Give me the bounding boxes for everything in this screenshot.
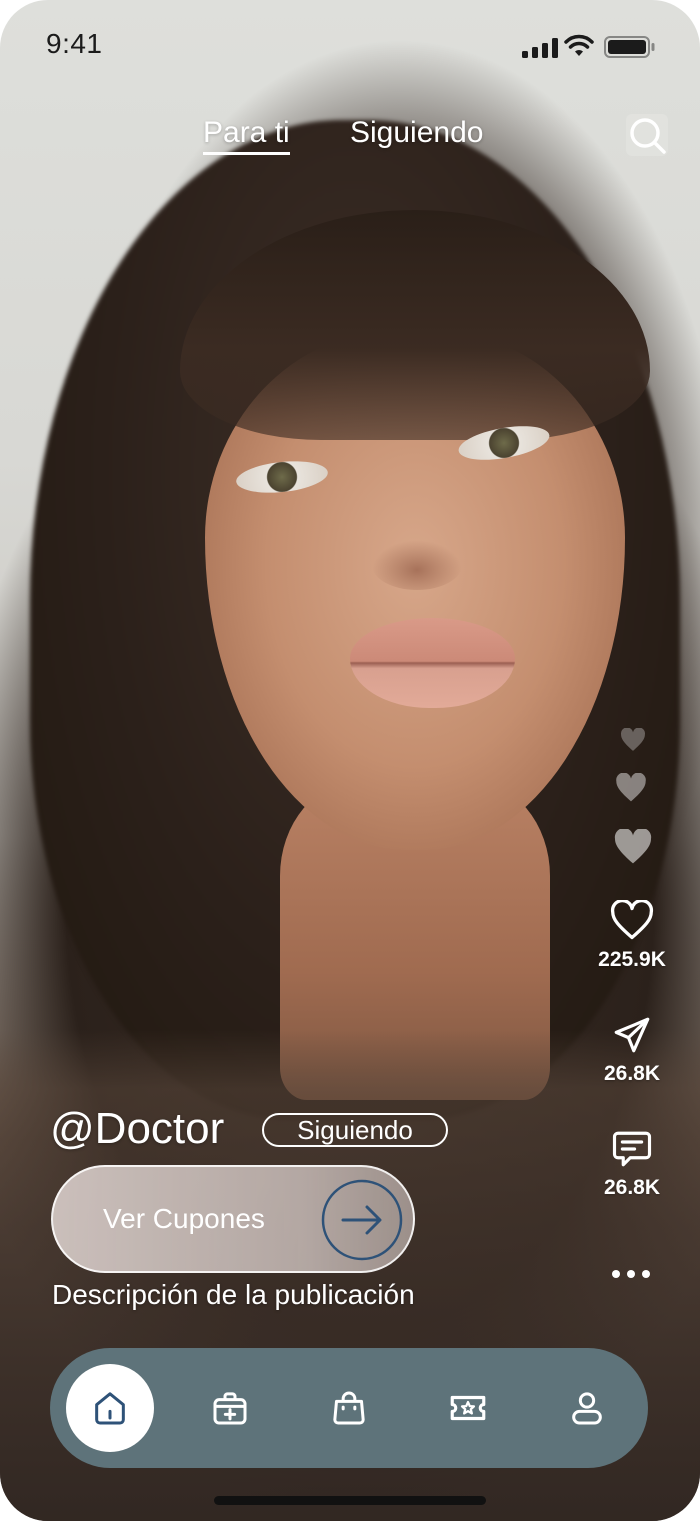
home-icon [95, 1392, 125, 1425]
view-coupons-button[interactable]: Ver Cupones [51, 1165, 415, 1273]
post-description: Descripción de la publicación [52, 1279, 415, 1310]
wifi-icon [564, 34, 594, 56]
heart-icon [610, 900, 654, 940]
bottom-nav [50, 1348, 648, 1468]
tab-para-ti[interactable]: Para ti [203, 116, 290, 155]
medical-kit-icon [213, 1392, 247, 1425]
home-indicator [214, 1496, 486, 1505]
comment-count: 26.8K [603, 1176, 661, 1199]
status-bar: 9:41 [0, 0, 700, 90]
tab-siguiendo[interactable]: Siguiendo [350, 116, 483, 150]
comment-button[interactable]: 26.8K [592, 1128, 672, 1200]
follow-status-button[interactable]: Siguiendo [262, 1113, 448, 1147]
send-icon [614, 1017, 650, 1053]
nav-home[interactable] [66, 1364, 154, 1452]
nav-shop[interactable] [307, 1366, 391, 1450]
comment-icon [612, 1131, 652, 1167]
share-count: 26.8K [603, 1062, 661, 1085]
like-count: 225.9K [598, 948, 666, 971]
view-coupons-label: Ver Cupones [103, 1203, 265, 1234]
search-icon[interactable] [626, 114, 668, 156]
more-icon[interactable] [606, 1262, 656, 1286]
phone-screen: 9:41 Para ti Siguiendo 225.9K 26.8K 26.8… [0, 0, 700, 1521]
floating-heart-icon [616, 773, 646, 802]
user-handle[interactable]: @Doctor [50, 1104, 224, 1154]
signal-icon [522, 38, 558, 58]
photo-nose [372, 540, 462, 590]
shopping-bag-icon [333, 1391, 365, 1425]
share-button[interactable]: 26.8K [592, 1014, 672, 1086]
nav-coupons[interactable] [426, 1366, 510, 1450]
profile-icon [572, 1392, 602, 1425]
status-time: 9:41 [46, 28, 103, 59]
floating-heart-icon [614, 829, 652, 864]
ticket-icon [450, 1395, 486, 1421]
nav-profile[interactable] [545, 1366, 629, 1450]
battery-icon [604, 36, 655, 58]
floating-heart-icon [621, 728, 645, 751]
nav-medical[interactable] [188, 1366, 272, 1450]
arrow-right-icon [321, 1179, 403, 1261]
like-button[interactable]: 225.9K [592, 900, 672, 972]
